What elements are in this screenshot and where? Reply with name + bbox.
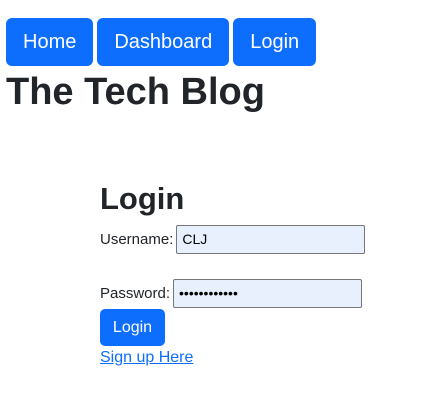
password-row: Password: xyxy=(100,278,363,308)
password-input[interactable] xyxy=(173,278,363,308)
nav-home-button[interactable]: Home xyxy=(6,18,94,66)
login-heading: Login xyxy=(100,181,185,216)
top-nav: Home Dashboard Login xyxy=(6,18,317,66)
signup-link[interactable]: Sign up Here xyxy=(100,348,193,368)
password-label: Password: xyxy=(100,284,171,302)
username-label: Username: xyxy=(100,230,174,248)
nav-dashboard-button[interactable]: Dashboard xyxy=(97,18,230,66)
nav-login-button[interactable]: Login xyxy=(233,18,317,66)
login-submit-button[interactable]: Login xyxy=(100,309,165,346)
username-row: Username: xyxy=(100,224,366,254)
site-title: The Tech Blog xyxy=(6,71,265,113)
username-input[interactable] xyxy=(176,224,366,254)
